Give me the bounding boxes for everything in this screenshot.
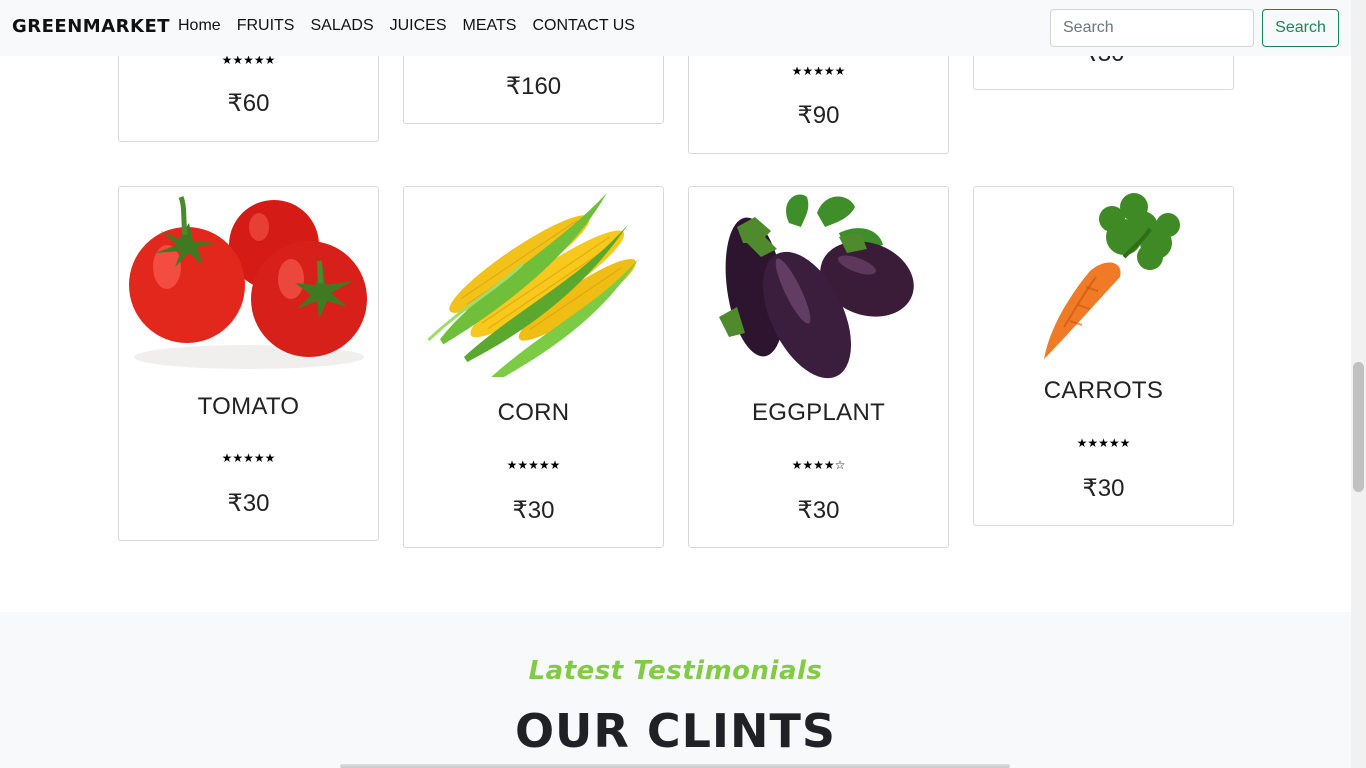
nav-link-juices[interactable]: JUICES bbox=[382, 17, 455, 35]
product-price: ₹30 bbox=[1082, 475, 1125, 502]
nav-link-salads[interactable]: SALADS bbox=[302, 17, 381, 35]
nav-links: Home FRUITS SALADS JUICES MEATS CONTACT … bbox=[170, 17, 643, 35]
corn-image bbox=[427, 193, 639, 377]
testimonials-section: Latest Testimonials OUR CLINTS bbox=[0, 612, 1351, 768]
rating-stars: ★★★★★ bbox=[221, 451, 276, 465]
rating-stars: ★★★★★ bbox=[506, 458, 561, 472]
nav-link-fruits[interactable]: FRUITS bbox=[229, 17, 303, 35]
product-price: ₹160 bbox=[505, 73, 562, 100]
tomato-image bbox=[129, 196, 367, 369]
testimonials-subtitle: Latest Testimonials bbox=[528, 656, 823, 686]
product-name: EGGPLANT bbox=[751, 399, 886, 426]
rating-stars: ★★★★★ bbox=[791, 64, 846, 78]
carrot-image bbox=[1044, 193, 1180, 359]
nav-link-meats[interactable]: MEATS bbox=[455, 17, 525, 35]
navbar: GREENMARKET Home FRUITS SALADS JUICES ME… bbox=[0, 0, 1351, 56]
eggplant-image bbox=[719, 194, 914, 379]
product-price: ₹30 bbox=[797, 497, 840, 524]
product-name: CORN bbox=[497, 399, 570, 426]
product-card-eggplant[interactable]: EGGPLANT ★★★★☆ ₹30 bbox=[688, 186, 949, 548]
rating-stars: ★★★★★ bbox=[1076, 436, 1131, 450]
product-card-carrots[interactable]: CARROTS ★★★★★ ₹30 bbox=[973, 186, 1234, 526]
testimonial-card-edge bbox=[340, 764, 1010, 768]
product-price: ₹30 bbox=[512, 497, 555, 524]
search-button[interactable]: Search bbox=[1262, 9, 1339, 47]
product-name: TOMATO bbox=[197, 393, 300, 420]
product-price: ₹30 bbox=[227, 490, 270, 517]
testimonials-title: OUR CLINTS bbox=[514, 704, 837, 758]
product-card-corn[interactable]: CORN ★★★★★ ₹30 bbox=[403, 186, 664, 548]
product-name: CARROTS bbox=[1043, 377, 1164, 404]
product-card-tomato[interactable]: TOMATO ★★★★★ ₹30 bbox=[118, 186, 379, 541]
page-scrollbar[interactable] bbox=[1351, 0, 1366, 768]
rating-stars: ★★★★☆ bbox=[791, 458, 846, 472]
scrollbar-thumb[interactable] bbox=[1353, 362, 1364, 492]
brand-logo[interactable]: GREENMARKET bbox=[12, 16, 170, 37]
search-input[interactable] bbox=[1050, 9, 1254, 47]
nav-link-home[interactable]: Home bbox=[170, 17, 229, 35]
nav-link-contact[interactable]: CONTACT US bbox=[524, 17, 643, 35]
product-price: ₹90 bbox=[797, 102, 840, 129]
product-price: ₹60 bbox=[227, 90, 270, 117]
